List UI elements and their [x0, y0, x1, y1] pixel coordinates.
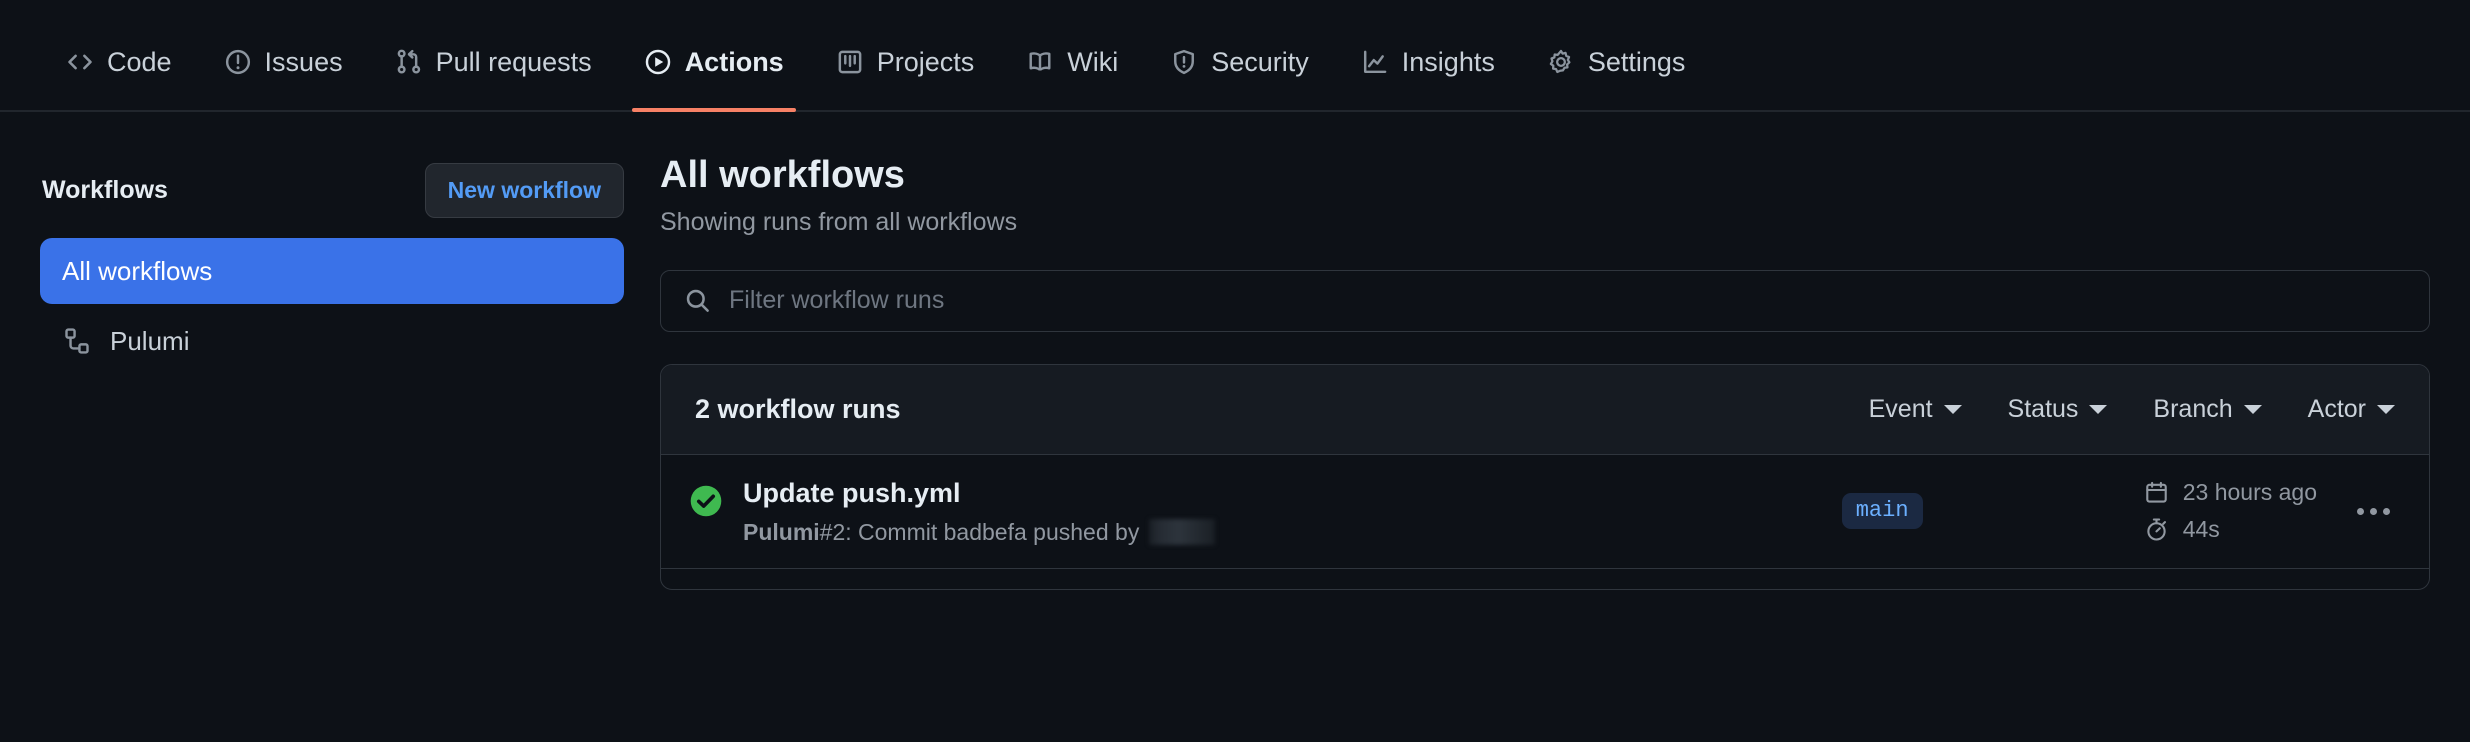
filter-label: Status: [2007, 394, 2079, 423]
repo-nav-list: Code Issues Pull requests Actions Projec: [40, 0, 1712, 112]
kebab-dot: [2382, 507, 2390, 515]
run-text-block: Update push.yml Pulumi #2: Commit badbef…: [743, 477, 1216, 546]
sidebar-item-pulumi[interactable]: Pulumi: [40, 308, 624, 374]
workflow-icon: [62, 326, 92, 356]
filter-status-dropdown[interactable]: Status: [2008, 395, 2108, 424]
page-subtitle: Showing runs from all workflows: [660, 207, 1018, 236]
filter-actor-dropdown[interactable]: Actor: [2308, 395, 2395, 424]
code-icon: [66, 48, 94, 76]
run-date-label: 23 hours ago: [2182, 479, 2317, 506]
gear-icon: [1547, 48, 1575, 76]
sidebar-item-all-workflows[interactable]: All workflows: [40, 238, 624, 304]
run-meta-text: #2: Commit badbefa pushed by: [819, 518, 1140, 545]
filter-event-dropdown[interactable]: Event: [1869, 395, 1962, 424]
filter-label: Branch: [2153, 394, 2233, 423]
run-date: 23 hours ago: [2144, 479, 2317, 506]
runs-panel-header: 2 workflow runs Event Status Branch Acto…: [661, 364, 2429, 455]
nav-item-label: Code: [107, 47, 172, 77]
git-pull-request-icon: [395, 48, 423, 76]
filter-label: Actor: [2307, 394, 2366, 423]
page-title: All workflows: [660, 154, 905, 196]
kebab-horizontal-icon[interactable]: [2351, 489, 2395, 533]
kebab-dot: [2369, 507, 2377, 515]
chevron-down-icon: [2089, 404, 2108, 414]
run-duration: 44s: [2144, 516, 2317, 543]
stopwatch-icon: [2144, 517, 2170, 543]
search-icon: [683, 287, 711, 315]
nav-item-label: Settings: [1587, 47, 1686, 77]
nav-item-settings[interactable]: Settings: [1521, 0, 1712, 110]
kebab-dot: [2356, 507, 2364, 515]
project-icon: [836, 48, 864, 76]
sidebar-header: Workflows New workflow: [40, 160, 624, 220]
nav-item-label: Insights: [1401, 47, 1495, 77]
issue-opened-icon: [224, 48, 252, 76]
sidebar-item-label: All workflows: [62, 255, 213, 286]
nav-item-projects[interactable]: Projects: [810, 0, 1001, 110]
workflow-runs-panel: 2 workflow runs Event Status Branch Acto…: [660, 363, 2430, 590]
main-content: All workflows Showing runs from all work…: [660, 112, 2430, 590]
nav-item-label: Issues: [264, 47, 343, 77]
run-primary: Update push.yml Pulumi #2: Commit badbef…: [689, 477, 1804, 546]
nav-item-security[interactable]: Security: [1144, 0, 1335, 110]
nav-item-wiki[interactable]: Wiki: [1000, 0, 1144, 110]
nav-item-label: Pull requests: [435, 47, 592, 77]
calendar-icon: [2144, 480, 2170, 506]
workflow-list: All workflows Pulumi: [40, 238, 624, 374]
nav-item-label: Projects: [876, 47, 975, 77]
nav-item-pull-requests[interactable]: Pull requests: [369, 0, 618, 110]
branch-badge[interactable]: main: [1841, 493, 1923, 530]
run-duration-label: 44s: [2182, 516, 2220, 543]
chevron-down-icon: [2377, 404, 2395, 414]
nav-item-label: Wiki: [1067, 47, 1119, 77]
repo-nav: Code Issues Pull requests Actions Projec: [0, 0, 2470, 112]
run-meta: Pulumi #2: Commit badbefa pushed by: [743, 518, 1216, 546]
run-actor-redacted: [1149, 519, 1216, 546]
run-workflow-name[interactable]: Pulumi: [743, 519, 820, 546]
filter-label: Event: [1868, 394, 1933, 423]
play-icon: [644, 48, 672, 76]
filter-workflow-runs-box[interactable]: [660, 269, 2430, 332]
nav-item-label: Security: [1211, 47, 1309, 77]
search-input[interactable]: [729, 286, 2407, 315]
table-row-partial[interactable]: [661, 569, 2429, 589]
table-row[interactable]: Update push.yml Pulumi #2: Commit badbef…: [661, 455, 2429, 569]
sidebar-item-label: Pulumi: [110, 325, 190, 356]
graph-icon: [1361, 48, 1389, 76]
runs-count-label: 2 workflow runs: [695, 393, 901, 424]
nav-item-insights[interactable]: Insights: [1335, 0, 1521, 110]
book-icon: [1026, 48, 1054, 76]
run-secondary: 23 hours ago 44s: [2144, 479, 2395, 543]
filter-branch-dropdown[interactable]: Branch: [2153, 394, 2262, 424]
chevron-down-icon: [2243, 404, 2262, 414]
run-time-block: 23 hours ago 44s: [2144, 479, 2317, 543]
nav-item-issues[interactable]: Issues: [198, 0, 369, 110]
nav-item-code[interactable]: Code: [40, 0, 198, 110]
nav-item-actions[interactable]: Actions: [618, 0, 810, 112]
run-title-link[interactable]: Update push.yml: [743, 477, 1215, 509]
page-body: Workflows New workflow All workflows Pul…: [0, 112, 2470, 590]
workflows-sidebar: Workflows New workflow All workflows Pul…: [40, 112, 660, 378]
check-circle-icon: [689, 484, 723, 518]
new-workflow-button[interactable]: New workflow: [424, 162, 624, 218]
runs-filter-group: Event Status Branch Actor: [1869, 395, 2395, 424]
run-branch-column: main: [1824, 493, 2124, 530]
nav-item-label: Actions: [684, 47, 784, 77]
chevron-down-icon: [1943, 404, 1962, 414]
shield-icon: [1170, 48, 1198, 76]
sidebar-title: Workflows: [42, 175, 168, 204]
